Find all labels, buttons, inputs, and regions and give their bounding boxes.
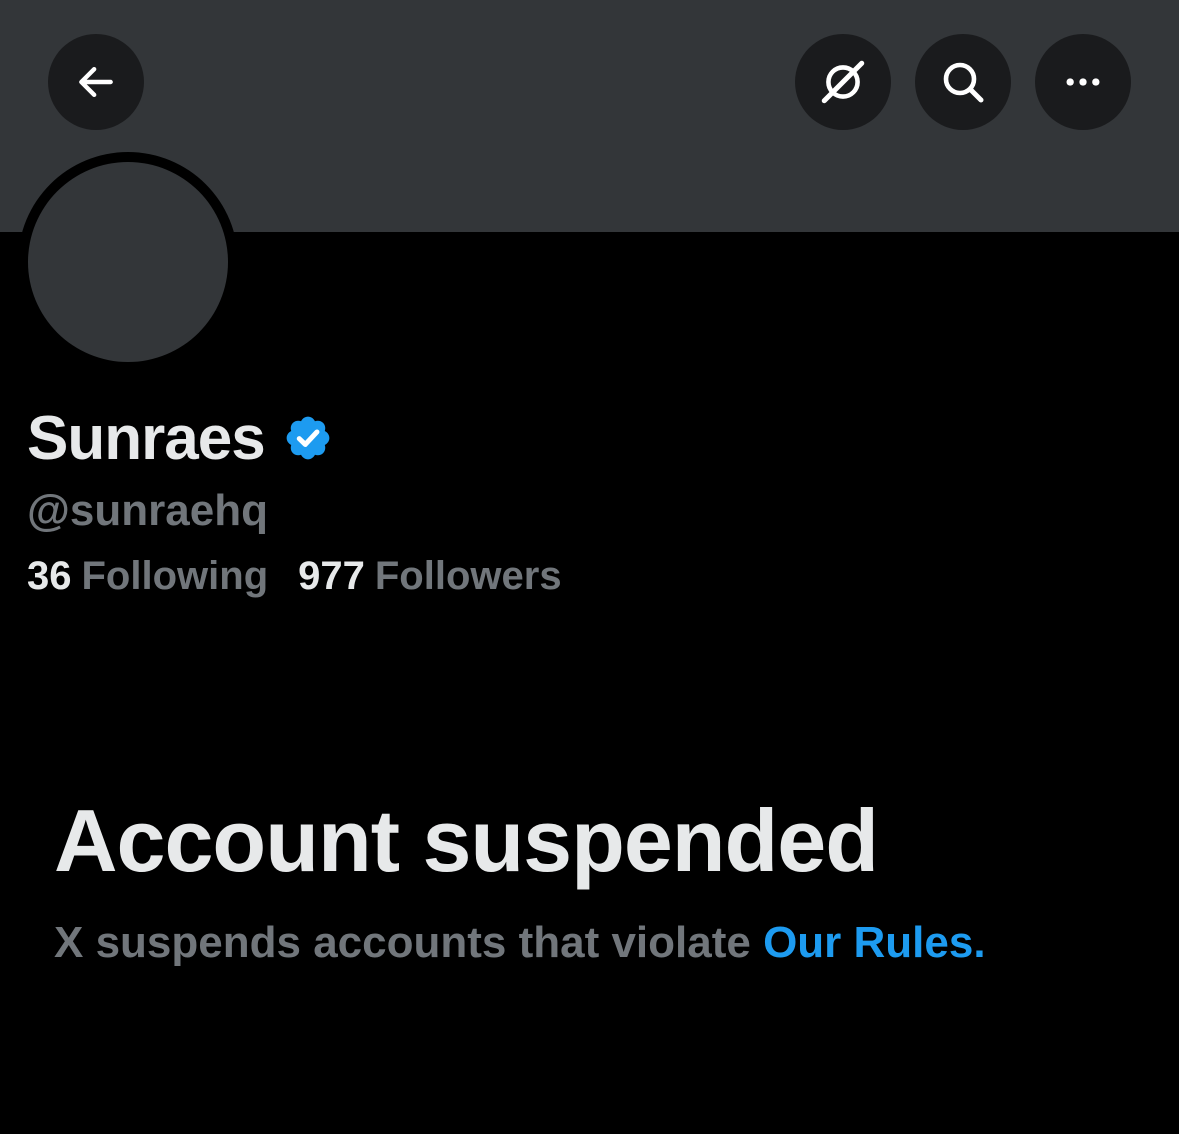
suspended-description-text: X suspends accounts that violate xyxy=(54,918,764,967)
our-rules-link[interactable]: Our Rules xyxy=(763,918,973,967)
suspended-description: X suspends accounts that violate Our Rul… xyxy=(54,918,986,968)
avatar[interactable] xyxy=(28,162,228,362)
back-button[interactable] xyxy=(48,34,144,130)
followers-link[interactable]: 977 Followers xyxy=(298,554,561,599)
suspended-title: Account suspended xyxy=(54,791,879,890)
grok-button[interactable] xyxy=(795,34,891,130)
rules-link-period: . xyxy=(973,918,986,967)
profile-name-row: Sunraes xyxy=(27,398,333,478)
following-label: Following xyxy=(81,554,269,598)
following-link[interactable]: 36 Following xyxy=(27,554,268,599)
display-name: Sunraes xyxy=(27,403,266,473)
followers-count: 977 xyxy=(298,554,365,598)
profile-handle: @sunraehq xyxy=(27,486,268,535)
grok-slash-icon xyxy=(821,60,865,104)
profile-stats: 36 Following 977 Followers xyxy=(27,554,562,599)
more-horizontal-icon xyxy=(1066,78,1100,86)
search-icon xyxy=(943,62,984,103)
following-count: 36 xyxy=(27,554,72,598)
search-button[interactable] xyxy=(915,34,1011,130)
followers-label: Followers xyxy=(374,554,562,598)
arrow-left-icon xyxy=(79,66,113,98)
more-button[interactable] xyxy=(1035,34,1131,130)
verified-badge-icon[interactable] xyxy=(283,413,333,463)
